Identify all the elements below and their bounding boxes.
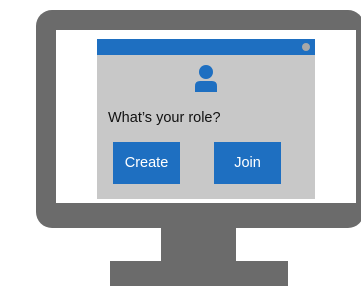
monitor-base [110,261,288,286]
title-bar [97,39,315,55]
monitor-neck [161,228,236,261]
join-button[interactable]: Join [214,142,281,184]
window-dot-icon[interactable] [302,43,310,51]
create-button[interactable]: Create [113,142,180,184]
role-prompt: What’s your role? [108,110,221,126]
user-icon [195,65,217,92]
role-dialog-window: What’s your role? Create Join [97,39,315,199]
